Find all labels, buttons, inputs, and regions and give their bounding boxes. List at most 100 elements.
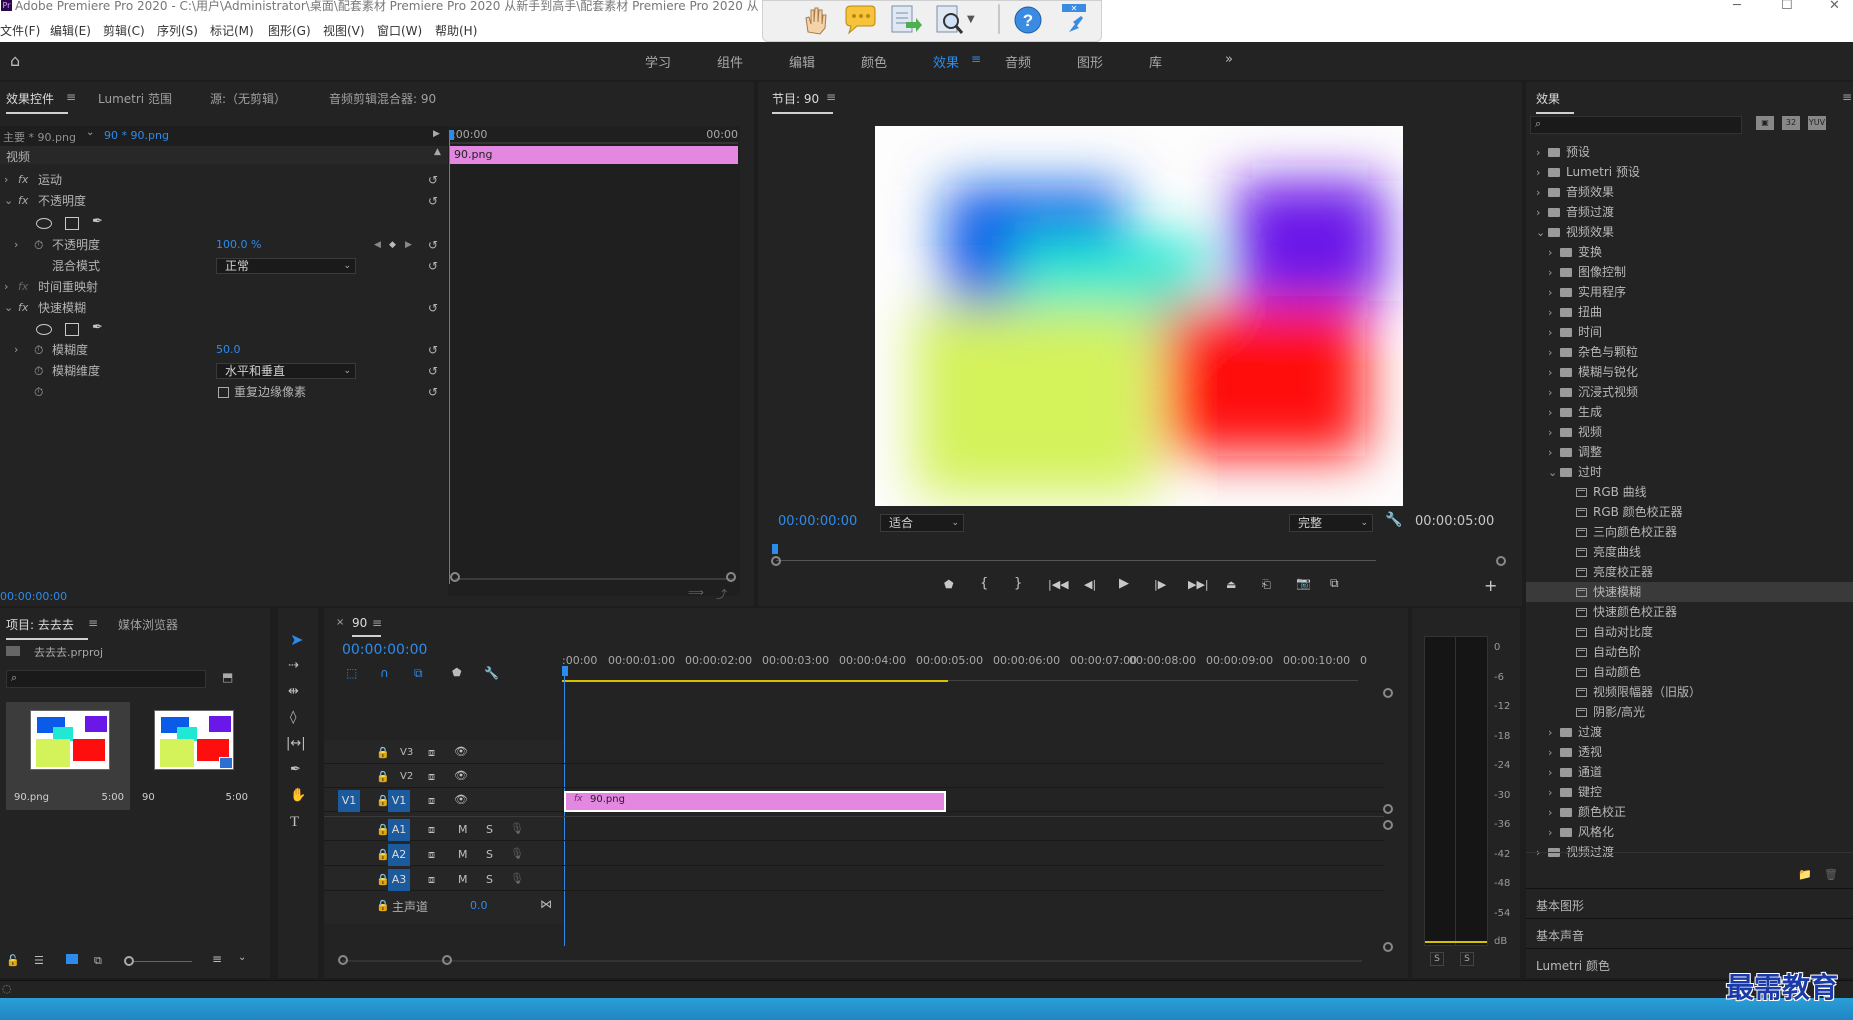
program-scrubber[interactable] xyxy=(776,560,1376,561)
menu-marker[interactable]: 标记(M) xyxy=(210,22,254,39)
reset-icon[interactable]: ↺ xyxy=(428,361,438,381)
vscroll-handle[interactable] xyxy=(1383,804,1393,814)
tree-item-folder[interactable]: › 过渡 xyxy=(1526,722,1853,742)
vscroll-handle[interactable] xyxy=(1383,688,1393,698)
menu-sequence[interactable]: 序列(S) xyxy=(157,22,198,39)
zoom-slider-handle[interactable] xyxy=(124,956,134,966)
eye-icon[interactable]: 👁 xyxy=(454,745,468,758)
prev-keyframe-icon[interactable]: ◀ xyxy=(374,235,381,255)
tree-item-effect[interactable]: RGB 曲线 xyxy=(1526,482,1853,502)
tree-item-effect[interactable]: 自动对比度 xyxy=(1526,622,1853,642)
timeline-ruler-right[interactable]: 00:00:08:00 00:00:09:00 00:00:10:00 0 xyxy=(1122,654,1382,674)
ec-zoom-bar[interactable] xyxy=(455,578,735,580)
fast-blur-row[interactable]: ⌄ fx 快速模糊 ↺ xyxy=(0,298,448,318)
reset-icon[interactable]: ↺ xyxy=(428,298,438,318)
wrench-icon[interactable]: 🔧 xyxy=(484,666,499,680)
ec-playhead[interactable] xyxy=(449,134,450,584)
tree-item-lumetri-presets[interactable]: › Lumetri 预设 xyxy=(1536,162,1640,182)
ec-zoom-handle-right[interactable] xyxy=(726,572,736,582)
selection-tool-icon[interactable]: ➤ xyxy=(290,630,303,649)
stopwatch-icon[interactable]: ⏱ xyxy=(34,361,43,381)
reset-icon[interactable]: ↺ xyxy=(428,382,438,402)
program-monitor-title[interactable]: 节目: 90 xyxy=(772,90,834,114)
freeform-view-icon[interactable]: ⧉ xyxy=(94,954,102,968)
add-marker-icon[interactable]: ⬟ xyxy=(944,578,954,591)
lock-icon[interactable]: 🔒 xyxy=(376,746,390,759)
solo-button[interactable]: S xyxy=(486,823,493,836)
rectangle-mask-icon[interactable] xyxy=(65,323,79,336)
tree-item-folder[interactable]: › 实用程序 xyxy=(1526,282,1853,302)
go-to-in-icon[interactable]: |◀◀ xyxy=(1048,578,1069,591)
eye-icon[interactable]: 👁 xyxy=(454,793,468,806)
effects-search-input[interactable]: ⌕ xyxy=(1530,116,1742,134)
eye-icon[interactable]: 👁 xyxy=(454,769,468,782)
next-keyframe-icon[interactable]: ▶ xyxy=(405,235,412,255)
reset-icon[interactable]: ↺ xyxy=(428,340,438,360)
essential-graphics-title[interactable]: 基本图形 xyxy=(1536,897,1584,914)
sync-lock-icon[interactable]: ⧈ xyxy=(428,873,435,887)
button-editor-plus-icon[interactable]: + xyxy=(1484,576,1497,595)
play-icon[interactable]: ▶ xyxy=(1119,576,1129,591)
tree-item-folder[interactable]: › 扭曲 xyxy=(1526,302,1853,322)
workspace-effects[interactable]: 效果 xyxy=(933,52,959,71)
workspace-editing[interactable]: 编辑 xyxy=(789,52,815,71)
opacity-value[interactable]: 100.0 % xyxy=(216,235,261,255)
step-back-icon[interactable]: ◀| xyxy=(1084,578,1096,591)
tab-effect-controls[interactable]: 效果控件 xyxy=(6,90,69,114)
tree-item-folder[interactable]: › 通道 xyxy=(1526,762,1853,782)
menu-clip[interactable]: 剪辑(C) xyxy=(103,22,145,39)
close-tab-icon[interactable]: × xyxy=(336,617,344,628)
effects-panel-title[interactable]: 效果 xyxy=(1536,90,1575,114)
zoom-slider[interactable] xyxy=(134,961,192,962)
export-icon[interactable]: ⤴ xyxy=(716,586,727,602)
ripple-edit-tool-icon[interactable]: ⇹ xyxy=(288,684,299,699)
tree-item-audio-transitions[interactable]: › 音频过渡 xyxy=(1536,202,1614,222)
track-target-a1[interactable]: A1 xyxy=(388,819,410,841)
hand-tool-icon[interactable]: ✋ xyxy=(290,788,306,803)
menu-view[interactable]: 视图(V) xyxy=(323,22,365,39)
hscroll-handle-left[interactable] xyxy=(338,955,348,965)
tree-item-effect[interactable]: RGB 颜色校正器 xyxy=(1526,502,1853,522)
vscroll-handle[interactable] xyxy=(1383,942,1393,952)
chevron-down-icon[interactable]: ⌄ xyxy=(86,127,94,138)
blend-mode-dropdown[interactable]: 正常 ⌄ xyxy=(216,258,356,274)
menu-graphics[interactable]: 图形(G) xyxy=(268,22,311,39)
stopwatch-icon[interactable]: ⏱ xyxy=(34,340,43,360)
repeat-edge-checkbox[interactable] xyxy=(218,387,229,398)
pen-tool-icon[interactable]: ✒ xyxy=(290,762,301,777)
comment-icon[interactable] xyxy=(843,4,877,36)
tree-item-effect[interactable]: 快速颜色校正器 xyxy=(1526,602,1853,622)
track-target-a3[interactable]: A3 xyxy=(388,869,410,891)
timeline-ruler[interactable]: :00:00 00:00:01:00 00:00:02:00 00:00:03:… xyxy=(562,654,1137,674)
tree-item-folder[interactable]: › 生成 xyxy=(1526,402,1853,422)
panel-menu-icon[interactable]: ≡ xyxy=(1842,90,1852,104)
tree-item-audio-effects[interactable]: › 音频效果 xyxy=(1536,182,1614,202)
tree-item-folder[interactable]: › 变换 xyxy=(1526,242,1853,262)
hand-icon[interactable] xyxy=(798,4,832,36)
fx-badge[interactable]: fx xyxy=(18,298,28,318)
microphone-icon[interactable]: 🎙 xyxy=(510,822,524,835)
tree-item-folder[interactable]: › 风格化 xyxy=(1526,822,1853,842)
master-volume[interactable]: 0.0 xyxy=(470,899,488,912)
vscroll-handle[interactable] xyxy=(1383,820,1393,830)
pin-icon[interactable]: ✕ xyxy=(1061,4,1089,36)
stopwatch-icon[interactable]: ⏱ xyxy=(34,382,43,402)
tree-item-folder[interactable]: › 键控 xyxy=(1526,782,1853,802)
timeline-clip[interactable]: fx 90.png xyxy=(564,791,946,812)
linked-selection-icon[interactable]: ⧉ xyxy=(414,666,423,681)
sync-lock-icon[interactable]: ⧈ xyxy=(428,794,435,808)
pen-mask-icon[interactable]: ✒ xyxy=(92,320,103,335)
essential-graphics-panel[interactable]: 基本图形 xyxy=(1526,888,1853,918)
tab-project[interactable]: 项目: 去去去 xyxy=(6,616,88,640)
menu-window[interactable]: 窗口(W) xyxy=(377,22,422,39)
tree-item-folder[interactable]: › 沉浸式视频 xyxy=(1526,382,1853,402)
opacity-row[interactable]: ⌄ fx 不透明度 ↺ xyxy=(0,191,448,211)
reset-icon[interactable]: ↺ xyxy=(428,170,438,190)
add-marker-icon[interactable]: ⬟ xyxy=(452,666,462,679)
ec-playhead-handle[interactable] xyxy=(449,130,454,140)
snap-icon[interactable]: ∩ xyxy=(380,666,389,680)
menu-edit[interactable]: 编辑(E) xyxy=(50,22,91,39)
accelerated-effects-icon[interactable]: ▣ xyxy=(1756,116,1774,130)
workspace-graphics[interactable]: 图形 xyxy=(1077,52,1103,71)
project-item[interactable]: 90 5:00 xyxy=(136,702,260,810)
